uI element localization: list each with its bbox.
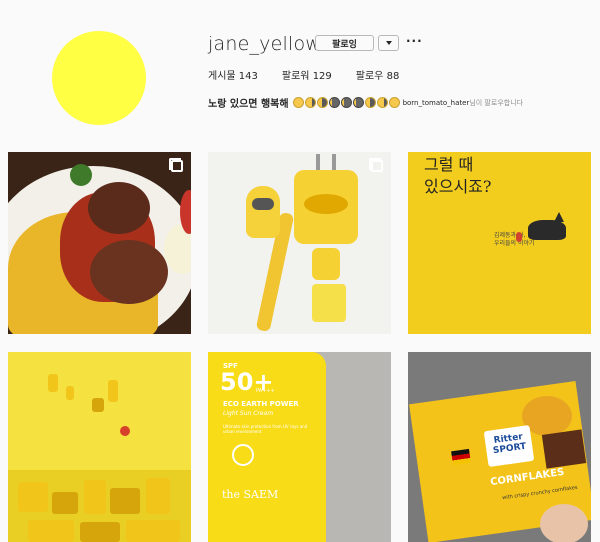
profile-stats: 게시물 143 팔로워 129 팔로우 88 <box>208 67 399 82</box>
pikachu-cable-protector <box>312 248 340 280</box>
full-moon-icon <box>292 97 304 108</box>
patty <box>88 182 150 234</box>
spongebob-cable-protector <box>312 284 346 322</box>
collection-item <box>92 398 104 412</box>
collection-item <box>28 520 74 542</box>
collection-item <box>120 426 130 436</box>
waning-gibbous-moon-icon <box>304 97 316 108</box>
collection-item <box>18 482 48 512</box>
finger <box>540 504 588 542</box>
first-quarter-moon-icon <box>364 97 376 108</box>
stat-label: 게시물 <box>208 71 236 82</box>
book-title-line: 있으시죠? <box>424 177 492 196</box>
sun-icon <box>232 444 254 466</box>
tomato <box>180 190 191 234</box>
cat-illustration <box>528 220 566 240</box>
posts-count: 게시물 143 <box>208 67 258 82</box>
collection-item <box>80 522 120 542</box>
post-tile-character-chargers[interactable] <box>208 152 391 334</box>
mutual-follower-name: born_tomato_hater <box>402 98 470 107</box>
child-illustration <box>516 232 522 242</box>
profile-header: jane_yellow 팔로잉 ··· 게시물 143 팔로워 129 팔로우 … <box>0 0 600 150</box>
collection-item <box>52 492 78 514</box>
bio-text: 노랑 있으면 행복해 <box>208 99 289 110</box>
collection-item <box>146 478 170 514</box>
broccoli <box>70 164 92 186</box>
waxing-gibbous-moon-icon <box>376 97 388 108</box>
waxing-crescent-moon-icon <box>352 97 364 108</box>
book-title: 그럴 때 있으시죠? <box>424 154 491 198</box>
chocolate-piece <box>541 429 587 469</box>
new-moon-icon <box>340 97 352 108</box>
collection-item <box>126 520 180 542</box>
multiple-photos-icon <box>369 158 383 172</box>
avatar[interactable] <box>52 31 146 125</box>
plug-prong <box>316 154 320 170</box>
stat-value: 143 <box>238 71 258 82</box>
patty <box>90 240 168 304</box>
collection-item <box>110 488 140 514</box>
post-tile-sunscreen[interactable]: SPF 50+ PA+++ ECO EARTH POWER Light Sun … <box>208 352 391 542</box>
collection-item <box>48 374 58 392</box>
product-subtitle: Light Sun Cream <box>223 410 274 417</box>
post-tile-hamburg-steak[interactable] <box>8 152 191 334</box>
last-quarter-moon-icon <box>316 97 328 108</box>
following-count[interactable]: 팔로우 88 <box>356 67 400 82</box>
minion-cable-protector <box>246 186 280 238</box>
full-moon-icon <box>388 97 400 108</box>
followers-count[interactable]: 팔로워 129 <box>282 67 332 82</box>
brand-logo: the SAEM <box>222 488 279 501</box>
collection-item <box>84 480 106 514</box>
stat-label: 팔로워 <box>281 71 310 82</box>
product-name: ECO EARTH POWER <box>223 400 299 408</box>
product-description: Ultimate skin protection from UV rays an… <box>223 424 308 434</box>
mutual-follow-suffix: 님이 팔로우합니다 <box>469 98 524 107</box>
post-tile-chocolate-bar[interactable]: Ritter SPORT CORNFLAKES with crispy crun… <box>408 352 591 542</box>
mutual-follow-note[interactable]: born_tomato_hater님이 팔로우합니다 <box>403 98 524 108</box>
moon-emoji-row <box>292 97 400 108</box>
collection-item <box>108 380 118 402</box>
book-title-line: 그럴 때 <box>424 155 474 174</box>
multiple-photos-icon <box>169 158 183 172</box>
chevron-down-icon <box>385 41 392 45</box>
minion-goggles <box>252 198 274 210</box>
post-tile-yellow-book[interactable]: 그럴 때 있으시죠? 김제동과 나, 우리들의 이야기 <box>408 152 591 334</box>
following-button[interactable]: 팔로잉 <box>315 35 374 51</box>
suggestions-dropdown-button[interactable] <box>378 35 399 51</box>
more-options-icon[interactable]: ··· <box>406 34 423 48</box>
german-flag-icon <box>451 448 471 466</box>
bio: 노랑 있으면 행복해 born_tomato_hater님이 팔로우합니다 <box>208 95 523 110</box>
pikachu-face <box>304 194 348 214</box>
stat-label: 팔로우 <box>355 71 384 82</box>
plug-prong <box>332 154 336 170</box>
collection-item <box>66 386 74 400</box>
pa-rating: PA+++ <box>256 388 275 394</box>
username: jane_yellow <box>208 33 322 55</box>
post-tile-yellow-collection[interactable] <box>8 352 191 542</box>
stat-value: 129 <box>312 71 332 82</box>
book-subtitle-line: 우리들의 이야기 <box>494 240 535 247</box>
waning-crescent-moon-icon <box>328 97 340 108</box>
stat-value: 88 <box>386 71 400 82</box>
